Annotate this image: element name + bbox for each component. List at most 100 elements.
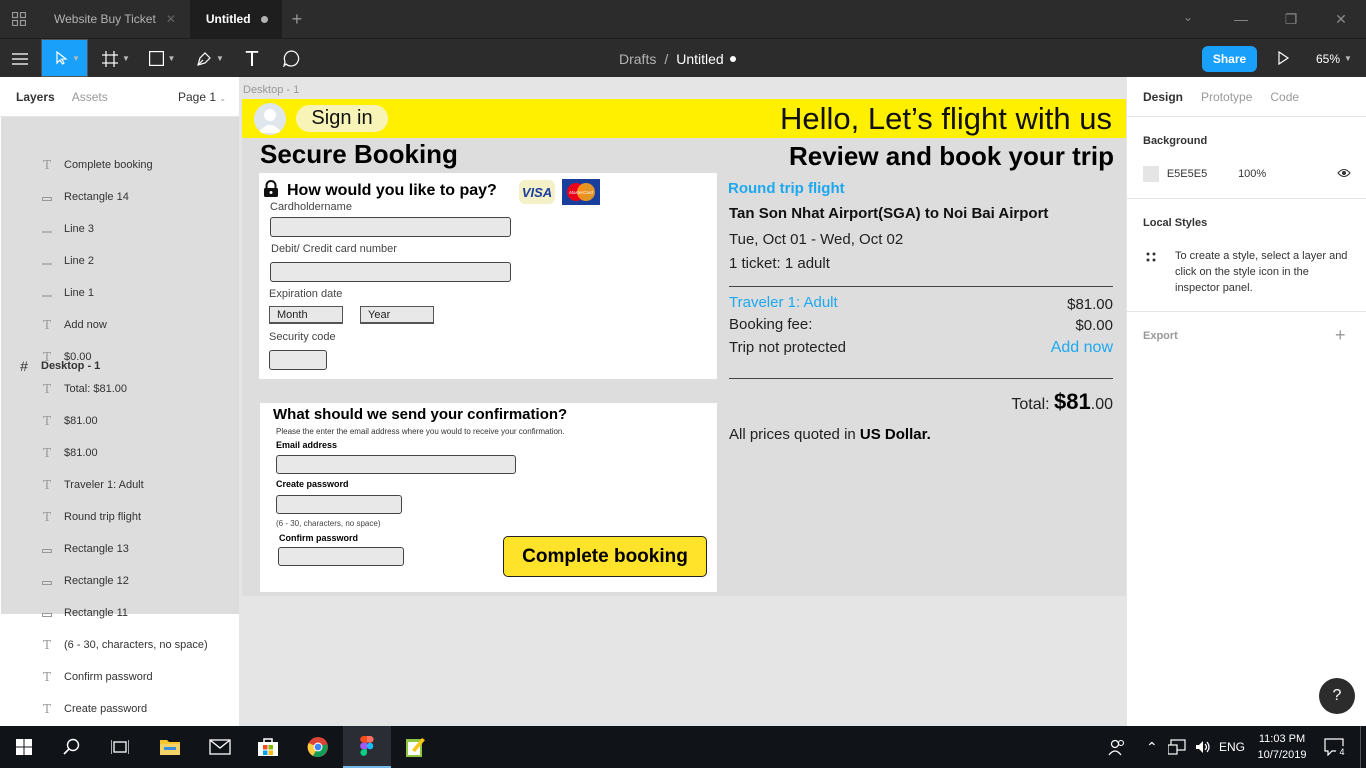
layer-item[interactable]: T Complete booking — [0, 149, 239, 181]
layer-item[interactable]: Line 2 — [0, 245, 239, 277]
year-select[interactable]: Year — [360, 306, 434, 324]
layer-item[interactable]: Line 1 — [0, 277, 239, 309]
tab-website-buy-ticket[interactable]: Website Buy Ticket ✕ — [38, 0, 190, 38]
pen-tool[interactable]: ▼ — [190, 39, 230, 78]
tab-prototype[interactable]: Prototype — [1201, 90, 1252, 104]
share-button[interactable]: Share — [1202, 46, 1257, 72]
volume-icon[interactable] — [1195, 726, 1211, 768]
tab-code[interactable]: Code — [1270, 90, 1299, 104]
layer-item[interactable]: T (6 - 30, characters, no space) — [0, 629, 239, 661]
cardholder-input[interactable] — [270, 217, 511, 237]
layer-item[interactable]: T $81.00 — [0, 437, 239, 469]
layer-item[interactable]: T Traveler 1: Adult — [0, 469, 239, 501]
layer-item[interactable]: Rectangle 12 — [0, 565, 239, 597]
pay-title: How would you like to pay? — [287, 182, 497, 199]
add-now-link[interactable]: Add now — [1051, 339, 1113, 357]
main-menu-icon[interactable] — [0, 39, 40, 78]
tab-layers[interactable]: Layers — [16, 90, 55, 104]
language-indicator[interactable]: ENG — [1219, 726, 1245, 768]
rectangle-layer-icon — [40, 574, 54, 588]
create-password-input[interactable] — [276, 495, 402, 514]
background-section-title: Background — [1143, 135, 1208, 147]
notepad-plus-icon[interactable] — [391, 726, 439, 768]
layer-item[interactable]: Rectangle 11 — [0, 597, 239, 629]
shape-tool[interactable]: ▼ — [142, 39, 182, 78]
task-view-icon[interactable] — [96, 726, 144, 768]
store-icon[interactable] — [244, 726, 292, 768]
chrome-icon[interactable] — [294, 726, 342, 768]
layer-item[interactable]: T Confirm password — [0, 661, 239, 693]
chevron-down-icon[interactable]: ⌄ — [1183, 10, 1193, 24]
sign-in-button[interactable]: Sign in — [296, 105, 388, 132]
month-select[interactable]: Month — [269, 306, 343, 324]
design-frame[interactable]: Sign in Hello, Let’s flight with us Secu… — [242, 99, 1126, 596]
file-explorer-icon[interactable] — [146, 726, 194, 768]
breadcrumb-drafts[interactable]: Drafts — [619, 51, 656, 67]
eye-icon[interactable] — [1337, 168, 1351, 181]
layer-item[interactable]: T $0.00 — [0, 341, 239, 373]
search-icon[interactable] — [48, 726, 96, 768]
frame-tool[interactable]: ▼ — [96, 39, 136, 78]
mastercard-wordmark: MasterCard — [569, 190, 593, 195]
background-opacity[interactable]: 100% — [1238, 168, 1337, 180]
text-tool-icon[interactable]: T — [238, 39, 266, 78]
help-button[interactable]: ? — [1319, 678, 1355, 714]
present-play-icon[interactable] — [1274, 49, 1292, 67]
close-window-icon[interactable]: ✕ — [1316, 0, 1366, 38]
background-fill-row[interactable]: E5E5E5 100% — [1143, 166, 1351, 182]
layer-item[interactable]: T Add now — [0, 309, 239, 341]
chevron-down-icon: ⌄ — [219, 93, 227, 103]
text-layer-icon: T — [42, 702, 51, 716]
layer-name: Rectangle 12 — [64, 575, 129, 587]
confirm-password-input[interactable] — [278, 547, 404, 566]
background-hex[interactable]: E5E5E5 — [1167, 168, 1238, 180]
canvas[interactable]: Desktop - 1 Sign in Hello, Let’s flight … — [241, 77, 1126, 726]
zoom-control[interactable]: 65% ▼ — [1316, 39, 1352, 78]
email-input[interactable] — [276, 455, 516, 474]
complete-booking-button[interactable]: Complete booking — [503, 536, 707, 577]
chevron-up-icon[interactable]: ⌃ — [1146, 726, 1158, 768]
mail-icon[interactable] — [196, 726, 244, 768]
tab-design[interactable]: Design — [1143, 90, 1183, 104]
layer-item[interactable]: T Round trip flight — [0, 501, 239, 533]
layer-item[interactable]: T Create password — [0, 693, 239, 725]
grid-menu-icon[interactable] — [0, 0, 38, 38]
rectangle-layer-icon — [40, 190, 54, 204]
page-selector[interactable]: Page 1 ⌄ — [178, 90, 226, 104]
card-number-input[interactable] — [270, 262, 511, 282]
close-tab-icon[interactable]: ✕ — [166, 12, 176, 26]
layer-item[interactable]: T $81.00 — [0, 405, 239, 437]
layer-item[interactable]: Rectangle 13 — [0, 533, 239, 565]
network-icon[interactable] — [1168, 726, 1186, 768]
clock-date: 10/7/2019 — [1257, 749, 1307, 761]
frame-label[interactable]: Desktop - 1 — [243, 84, 299, 96]
traveler-label[interactable]: Traveler 1: Adult — [729, 294, 838, 311]
people-icon[interactable] — [1108, 726, 1126, 768]
restore-icon[interactable]: ❐ — [1266, 0, 1316, 38]
windows-start-icon[interactable] — [0, 726, 48, 768]
text-layer-icon: T — [42, 670, 51, 684]
move-tool[interactable]: ▼ — [41, 39, 88, 78]
layer-item[interactable]: Line 3 — [0, 213, 239, 245]
file-name[interactable]: Untitled — [676, 51, 723, 67]
security-code-input[interactable] — [269, 350, 327, 370]
layer-item[interactable]: Rectangle 14 — [0, 181, 239, 213]
line-layer-icon — [40, 254, 54, 268]
breadcrumb-separator: / — [664, 50, 669, 67]
figma-icon[interactable] — [343, 726, 391, 768]
notifications-icon[interactable]: 4 — [1324, 726, 1356, 768]
tab-untitled[interactable]: Untitled — [189, 0, 282, 38]
comment-tool[interactable] — [276, 39, 306, 78]
clock[interactable]: 11:03 PM 10/7/2019 — [1254, 731, 1310, 763]
background-swatch[interactable] — [1143, 166, 1159, 182]
toolbar: ▼ ▼ ▼ ▼ T Drafts / Untitled Share 65% ▼ — [0, 38, 1366, 78]
minimize-icon[interactable]: — — [1216, 0, 1266, 38]
layer-name: Line 3 — [64, 223, 94, 235]
layer-name: Line 2 — [64, 255, 94, 267]
layer-item[interactable]: T Total: $81.00 — [0, 373, 239, 405]
show-desktop-button[interactable] — [1360, 726, 1361, 768]
mastercard-logo: MasterCard — [562, 179, 600, 205]
tab-assets[interactable]: Assets — [72, 90, 108, 104]
add-export-icon[interactable]: + — [1335, 325, 1346, 346]
new-tab-icon[interactable]: + — [292, 9, 303, 30]
